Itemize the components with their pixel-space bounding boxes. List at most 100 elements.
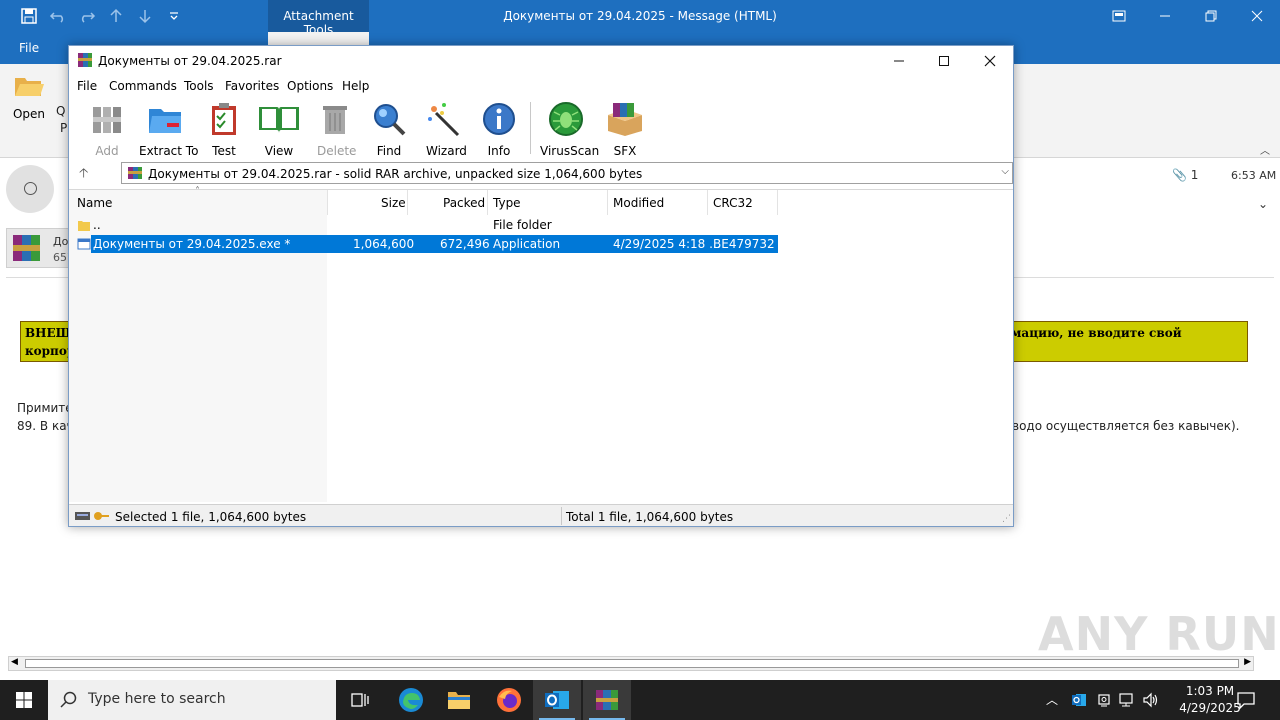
menu-favorites[interactable]: Favorites	[225, 79, 279, 93]
row-modified: 4/29/2025 4:18 ...	[613, 237, 721, 251]
resize-grip-icon[interactable]: ⋰	[1002, 514, 1011, 524]
add-button[interactable]: Add	[89, 101, 125, 158]
winrar-address-bar: 🡡 Документы от 29.04.2025.rar - solid RA…	[69, 160, 1013, 186]
wand-icon	[428, 103, 460, 137]
ribbon-display-icon[interactable]	[1096, 0, 1142, 32]
archive-path-text: Документы от 29.04.2025.rar - solid RAR …	[148, 167, 643, 181]
outlook-icon	[545, 691, 569, 709]
extract-to-button[interactable]: Extract To	[139, 101, 198, 158]
received-time: 6:53 AM	[1231, 169, 1277, 182]
paperclip-icon: 📎	[1172, 168, 1187, 182]
column-divider	[487, 190, 488, 215]
file-explorer-taskbar-button[interactable]	[435, 680, 483, 720]
taskbar-search-box[interactable]: Type here to search	[48, 680, 336, 720]
table-row-parent-folder[interactable]: .. File folder	[69, 216, 778, 234]
collapse-ribbon-icon[interactable]: ︿	[1260, 142, 1270, 157]
message-body-line: водо осуществляется без кавычек).	[1012, 419, 1240, 433]
column-header-name[interactable]: Name	[77, 196, 112, 210]
menu-file[interactable]: File	[77, 79, 97, 93]
task-view-button[interactable]	[336, 680, 384, 720]
winrar-icon	[596, 690, 618, 710]
column-header-type[interactable]: Type	[493, 196, 521, 210]
outlook-tray-icon[interactable]	[1071, 692, 1087, 708]
quick-print-label[interactable]: Q	[56, 104, 65, 118]
minimize-icon[interactable]	[876, 46, 922, 76]
menu-commands[interactable]: Commands	[109, 79, 177, 93]
winrar-title-bar: Документы от 29.04.2025.rar	[69, 46, 1013, 76]
drive-key-icon	[75, 512, 109, 520]
firefox-taskbar-button[interactable]	[485, 680, 533, 720]
search-placeholder: Type here to search	[88, 691, 226, 707]
edge-icon	[399, 688, 423, 712]
show-hidden-icons-icon[interactable]: ︿	[1046, 691, 1058, 708]
sfx-button[interactable]: SFX	[604, 101, 646, 158]
toolbar-separator	[530, 102, 531, 154]
folder-open-icon	[15, 78, 44, 96]
virusscan-button[interactable]: VirusScan	[540, 101, 599, 158]
winrar-window-title: Документы от 29.04.2025.rar	[98, 54, 282, 68]
device-tray-icon[interactable]	[1096, 692, 1112, 708]
windows-taskbar: Type here to search ︿ 1:03 PM 4/29/2025	[0, 680, 1280, 720]
outlook-taskbar-button[interactable]	[533, 680, 581, 720]
test-clipboard-icon	[212, 103, 236, 135]
wizard-button[interactable]: Wizard	[426, 101, 467, 158]
volume-icon[interactable]	[1142, 692, 1160, 708]
find-button[interactable]: Find	[371, 101, 407, 158]
avatar	[6, 165, 54, 213]
message-body-line: 89. В кач	[17, 419, 74, 433]
trash-icon	[323, 106, 347, 134]
menu-tools[interactable]: Tools	[184, 79, 214, 93]
delete-button[interactable]: Delete	[317, 101, 356, 158]
network-icon[interactable]	[1118, 692, 1136, 708]
archive-file-list: ˄ Name Size Packed Type Modified CRC32 .…	[69, 186, 1013, 502]
column-divider	[707, 190, 708, 215]
column-header-packed[interactable]: Packed	[443, 196, 485, 210]
open-button[interactable]: Open	[8, 72, 50, 121]
status-selected: Selected 1 file, 1,064,600 bytes	[115, 510, 307, 524]
attachment-card[interactable]: До 657	[6, 228, 74, 268]
column-divider	[407, 190, 408, 215]
column-divider	[777, 190, 778, 215]
close-icon[interactable]	[967, 46, 1013, 76]
sfx-box-icon	[608, 103, 642, 136]
edge-taskbar-button[interactable]	[387, 680, 435, 720]
print-label[interactable]: P	[60, 121, 67, 135]
start-button[interactable]	[0, 680, 48, 720]
archive-path-field[interactable]: Документы от 29.04.2025.rar - solid RAR …	[121, 162, 1013, 184]
maximize-icon[interactable]	[921, 46, 967, 76]
winrar-status-bar: Selected 1 file, 1,064,600 bytes Total 1…	[69, 504, 1013, 526]
winrar-taskbar-button[interactable]	[583, 680, 631, 720]
view-button[interactable]: View	[257, 101, 301, 158]
test-button[interactable]: Test	[206, 101, 242, 158]
windows-logo-icon	[16, 692, 32, 708]
column-header-crc32[interactable]: CRC32	[713, 196, 753, 210]
close-icon[interactable]	[1234, 0, 1280, 32]
menu-options[interactable]: Options	[287, 79, 333, 93]
menu-help[interactable]: Help	[342, 79, 369, 93]
winrar-menu-bar: File Commands Tools Favorites Options He…	[69, 76, 1013, 98]
column-header-size[interactable]: Size	[381, 196, 406, 210]
up-one-level-icon[interactable]: 🡡	[79, 164, 103, 182]
add-icon	[93, 107, 121, 133]
anyrun-watermark: ANY RUN	[1038, 607, 1280, 661]
expand-header-icon[interactable]: ⌄	[1258, 197, 1268, 211]
column-header-modified[interactable]: Modified	[613, 196, 664, 210]
scroll-left-icon[interactable]: ◀	[11, 657, 18, 667]
notification-center-icon[interactable]	[1236, 690, 1256, 710]
chevron-down-icon[interactable]: ⌵	[1001, 166, 1009, 177]
file-tab[interactable]: File	[19, 41, 39, 55]
info-button[interactable]: Info	[481, 101, 517, 158]
person-icon	[24, 182, 37, 195]
minimize-icon[interactable]	[1142, 0, 1188, 32]
row-name: Документы от 29.04.2025.exe *	[93, 237, 291, 251]
message-body-line: Примите	[17, 401, 73, 415]
row-packed: 672,496	[440, 237, 490, 251]
restore-icon[interactable]	[1188, 0, 1234, 32]
magnifier-icon	[374, 104, 406, 136]
firefox-icon	[497, 688, 521, 712]
folder-icon	[78, 221, 90, 231]
table-row-selected[interactable]: Документы от 29.04.2025.exe * 1,064,600 …	[91, 235, 778, 253]
view-book-icon	[259, 107, 299, 133]
winrar-app-icon	[78, 53, 92, 67]
search-icon	[60, 691, 77, 708]
